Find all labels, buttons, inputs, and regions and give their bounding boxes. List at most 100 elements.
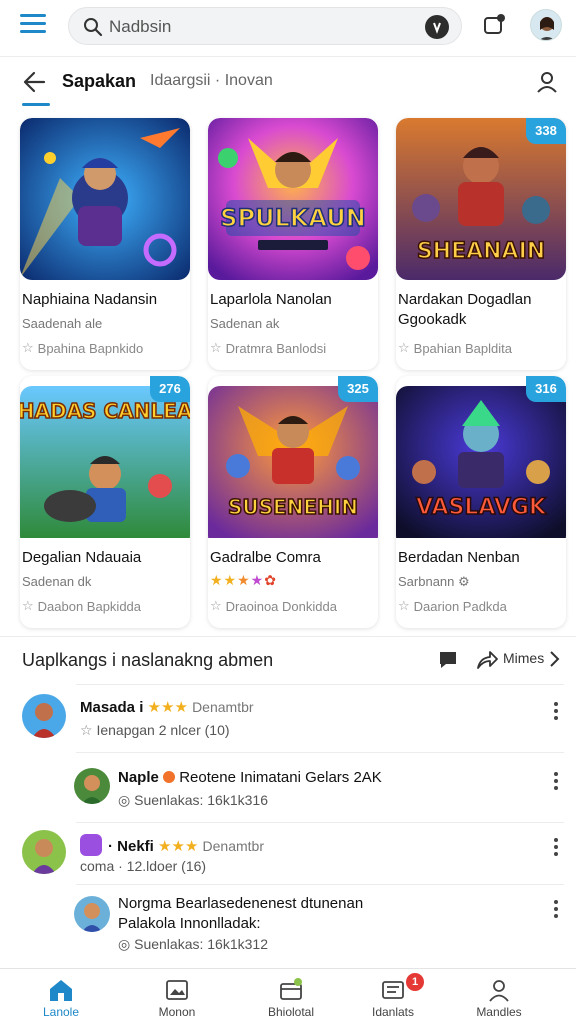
more-options-icon[interactable] — [553, 772, 559, 790]
game-badge: 338 — [526, 118, 566, 144]
row-separator — [76, 822, 564, 823]
comment-tag: Denamtbr — [192, 699, 254, 715]
badge-icon — [163, 771, 176, 783]
home-icon — [50, 980, 72, 1001]
top-bar — [0, 0, 576, 54]
tab-monon[interactable]: Monon — [122, 969, 232, 1024]
avatar[interactable] — [74, 896, 110, 932]
comment-author[interactable]: Naple Reotene Inimatani Gelars 2AK — [118, 769, 382, 786]
chevron-right-icon[interactable] — [548, 650, 560, 668]
comment-tag: Denamtbr — [202, 838, 264, 854]
more-options-icon[interactable] — [553, 838, 559, 856]
game-card[interactable]: SHADAS CANLEAS 276 Degalian Ndauaia Sade… — [20, 376, 190, 628]
page-title: Sapakan — [62, 71, 137, 91]
tab-label: Bhiolotal — [267, 1005, 315, 1019]
breadcrumb[interactable]: Idaargsii · Inovan — [150, 72, 273, 90]
game-subtitle: Sarbnann ⚙ — [398, 574, 470, 590]
rating-stars: ★★★ — [147, 699, 188, 716]
tab-idanlats[interactable]: 1 Idanlats — [338, 969, 448, 1024]
game-art-title: SPULKAUN — [220, 204, 366, 232]
tab-label: Idanlats — [371, 1005, 415, 1019]
tab-home[interactable]: Lanole — [6, 969, 116, 1024]
game-card[interactable]: SPULKAUN Laparlola Nanolan Sadenan ak ☆ D… — [208, 118, 378, 370]
game-thumbnail — [20, 118, 190, 280]
star-rating: ★★★★✿ — [210, 572, 277, 588]
wallet-icon — [280, 978, 302, 1000]
voice-search-icon[interactable] — [425, 15, 449, 39]
star-icon: ☆ — [210, 598, 222, 613]
star-icon: ☆ — [22, 340, 34, 355]
chat-icon[interactable] — [438, 650, 458, 670]
sub-navigation: Sapakan Idaargsii · Inovan — [0, 56, 576, 106]
game-title: Naphiaina Nadansin — [22, 291, 158, 308]
game-art-title: VASLAVGK — [416, 495, 547, 520]
game-title: Gadralbe Comra — [210, 549, 321, 566]
game-meta-text: Bpahian Bapldita — [413, 340, 512, 356]
notification-badge: 1 — [406, 973, 424, 991]
game-meta: ☆ Daabon Bapkidda — [22, 598, 141, 614]
game-card[interactable]: SUSENEHIN 325 Gadralbe Comra ★★★★✿ ☆ Drao… — [208, 376, 378, 628]
game-meta: ☆ Draoinoa Donkidda — [210, 598, 337, 614]
search-input[interactable] — [109, 16, 409, 38]
star-icon: ☆ — [22, 598, 34, 613]
tab-label: Lanole — [42, 1005, 80, 1019]
game-meta-text: Daarion Padkda — [413, 598, 507, 614]
game-meta: ☆ Daarion Padkda — [398, 598, 507, 614]
game-thumbnail: SUSENEHIN — [208, 386, 378, 548]
game-meta: ☆ Bpahian Bapldita — [398, 340, 512, 356]
avatar[interactable] — [74, 768, 110, 804]
search-bar[interactable] — [68, 7, 462, 45]
game-title: Degalian Ndauaia — [22, 549, 142, 566]
share-icon[interactable] — [476, 650, 498, 670]
row-separator — [76, 752, 564, 753]
user-avatar[interactable] — [530, 9, 562, 41]
game-card[interactable]: Naphiaina Nadansin Saadenah ale ☆ Bpahina… — [20, 118, 190, 370]
comment-author[interactable]: Masada i ★★★ Denamtbr — [80, 698, 254, 716]
game-subtitle: Saadenah ale — [22, 316, 103, 331]
more-link[interactable]: Mimes — [503, 650, 544, 666]
avatar[interactable] — [22, 830, 66, 874]
more-options-icon[interactable] — [553, 702, 559, 720]
list-icon — [382, 981, 404, 999]
row-separator — [76, 884, 564, 885]
bottom-navigation: Lanole Monon Bhiolotal 1 Idanlats Mandle… — [0, 968, 576, 1024]
game-thumbnail: VASLAVGK — [396, 386, 566, 548]
star-icon: ☆ — [210, 340, 222, 355]
hamburger-menu-icon[interactable] — [20, 14, 46, 36]
game-card[interactable]: SHEANAIN 338 Nardakan Dogadlan Ggookadk … — [396, 118, 566, 370]
star-icon: ☆ — [398, 598, 410, 613]
back-arrow-icon[interactable] — [20, 69, 46, 95]
avatar[interactable] — [22, 694, 66, 738]
comment-meta-text: Ienapgan 2 nlcer (10) — [96, 722, 230, 738]
game-subtitle: Sadenan dk — [22, 574, 92, 589]
game-meta-text: Daabon Bapkidda — [37, 598, 142, 614]
game-meta-text: Dratmra Banlodsi — [225, 340, 327, 356]
game-badge: 316 — [526, 376, 566, 402]
row-separator — [76, 684, 564, 685]
views-icon: ◎ — [118, 936, 131, 952]
game-title: Nardakan Dogadlan Ggookadk — [398, 291, 532, 328]
app-icon — [80, 834, 102, 856]
game-card[interactable]: VASLAVGK 316 Berdadan Nenban Sarbnann ⚙ … — [396, 376, 566, 628]
comment-meta-text: Suenlakas: 16k1k312 — [134, 936, 268, 952]
game-art-title: SHEANAIN — [417, 239, 545, 264]
tab-mandles[interactable]: Mandles — [444, 969, 554, 1024]
comment-author-name: Naple — [118, 769, 159, 786]
comment-author[interactable]: · Nekfi ★★★ Denamtbr — [80, 834, 264, 856]
star-icon: ☆ — [398, 340, 410, 355]
views-icon: ◎ — [118, 792, 131, 808]
more-options-icon[interactable] — [553, 900, 559, 918]
section-title: Uaplkangs i naslanakng abmen — [22, 650, 274, 670]
tab-bhiolotal[interactable]: Bhiolotal — [236, 969, 346, 1024]
comment-author-name: · Nekfi — [108, 838, 154, 855]
comment-meta: ◎ Suenlakas: 16k1k316 — [118, 792, 268, 809]
comment-meta: ☆ Ienapgan 2 nlcer (10) — [80, 722, 230, 739]
game-art-title: SUSENEHIN — [228, 495, 358, 519]
rating-stars: ★★★ — [158, 838, 199, 855]
comment-meta: coma · 12.ldoer (16) — [80, 858, 207, 874]
profile-icon[interactable] — [536, 70, 558, 94]
game-art-title: SHADAS CANLEAS — [20, 399, 190, 423]
notifications-icon[interactable] — [482, 13, 506, 37]
gamepad-icon: ⚙ — [458, 574, 470, 589]
game-subtitle-text: Sarbnann — [398, 574, 455, 589]
